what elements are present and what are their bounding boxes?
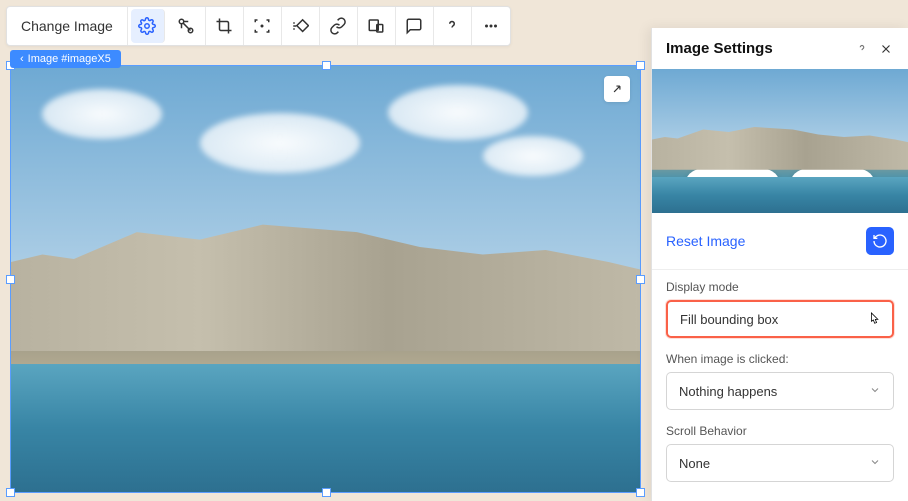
resize-handle[interactable] [6, 488, 15, 497]
scroll-behavior-label: Scroll Behavior [666, 424, 894, 438]
change-image-button[interactable]: Change Image [7, 7, 128, 45]
chevron-left-icon: ‹ [20, 53, 24, 65]
image-toolbar: Change Image [6, 6, 511, 46]
resize-handle[interactable] [636, 275, 645, 284]
resize-handle[interactable] [322, 61, 331, 70]
scroll-behavior-value: None [679, 456, 710, 471]
cursor-icon [866, 311, 882, 333]
scroll-behavior-section: Scroll Behavior None [652, 414, 908, 486]
settings-icon[interactable] [131, 9, 165, 43]
reset-row: Reset Image [652, 213, 908, 270]
display-mode-label: Display mode [666, 280, 894, 294]
breadcrumb[interactable]: ‹ Image #imageX5 [10, 50, 121, 68]
when-clicked-value: Nothing happens [679, 384, 777, 399]
panel-title: Image Settings [666, 40, 846, 57]
crop-icon[interactable] [206, 7, 244, 45]
display-mode-section: Display mode Fill bounding box [652, 270, 908, 342]
panel-preview: Change Adjust [652, 69, 908, 213]
image-settings-panel: Image Settings Change Adjust Reset Image… [651, 28, 908, 501]
when-clicked-dropdown[interactable]: Nothing happens [666, 372, 894, 410]
resize-handle[interactable] [322, 488, 331, 497]
panel-header: Image Settings [652, 28, 908, 69]
resize-handle[interactable] [6, 275, 15, 284]
link-icon[interactable] [320, 7, 358, 45]
undo-button[interactable] [866, 227, 894, 255]
responsive-icon[interactable] [358, 7, 396, 45]
scroll-behavior-dropdown[interactable]: None [666, 444, 894, 482]
cut-icon[interactable] [168, 7, 206, 45]
display-mode-dropdown[interactable]: Fill bounding box [666, 300, 894, 338]
more-icon[interactable] [472, 7, 510, 45]
help-icon[interactable] [434, 7, 472, 45]
reset-image-link[interactable]: Reset Image [666, 233, 866, 249]
resize-handle[interactable] [636, 61, 645, 70]
focus-icon[interactable] [244, 7, 282, 45]
animation-icon[interactable] [282, 7, 320, 45]
when-clicked-label: When image is clicked: [666, 352, 894, 366]
chevron-down-icon [869, 456, 881, 471]
display-mode-value: Fill bounding box [680, 312, 778, 327]
image-canvas[interactable] [10, 65, 641, 493]
chevron-down-icon [869, 384, 881, 399]
resize-handle[interactable] [636, 488, 645, 497]
comment-icon[interactable] [396, 7, 434, 45]
breadcrumb-label: Image #imageX5 [28, 53, 111, 65]
close-icon[interactable] [878, 41, 894, 57]
expand-button[interactable] [604, 76, 630, 102]
when-clicked-section: When image is clicked: Nothing happens [652, 342, 908, 414]
panel-help-icon[interactable] [854, 41, 870, 57]
